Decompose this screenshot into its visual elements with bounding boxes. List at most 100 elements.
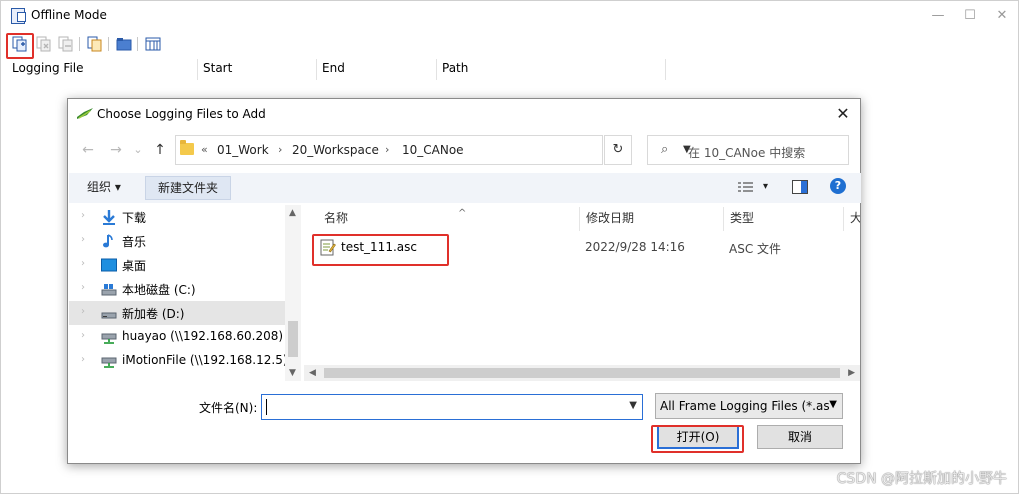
preview-pane-icon[interactable] [792, 180, 808, 197]
close-button[interactable]: ✕ [986, 1, 1018, 31]
dialog-title: Choose Logging Files to Add [97, 107, 266, 121]
tree-item-label: 本地磁盘 (C:) [122, 283, 196, 297]
view-menu-button[interactable]: ▾ [763, 176, 768, 200]
sort-caret-icon: ^ [458, 208, 467, 219]
file-list-horizontal-scrollbar[interactable]: ◀ ▶ [304, 365, 860, 381]
column-logging-file[interactable]: Logging File [7, 59, 198, 80]
dialog-title-bar: Choose Logging Files to Add ✕ [68, 99, 860, 129]
dialog-close-button[interactable]: ✕ [832, 103, 854, 125]
network-drive-icon [101, 353, 117, 369]
tree-item-local-disk-c[interactable]: › 本地磁盘 (C:) [69, 277, 285, 301]
search-placeholder: 在 10_CANoe 中搜索 [688, 146, 806, 160]
drive-icon [101, 281, 117, 297]
column-size[interactable]: 大 [844, 207, 860, 231]
remove-file-icon[interactable] [35, 35, 53, 53]
tree-item-label: 下载 [122, 211, 147, 225]
navigation-row: ← → ⌄ ↑ « 01_Work › 20_Workspace › 10_CA… [68, 133, 860, 167]
maximize-button[interactable]: ☐ [954, 1, 986, 31]
tree-item-imotionfile-network[interactable]: › iMotionFile (\\192.168.12.5) [69, 349, 288, 373]
back-button[interactable]: ← [78, 140, 98, 160]
tree-item-label: iMotionFile (\\192.168.12.5) [122, 353, 288, 367]
canoe-icon [76, 107, 94, 121]
column-type[interactable]: 类型 [724, 207, 844, 231]
address-bar[interactable]: « 01_Work › 20_Workspace › 10_CANoe ▼ [175, 135, 691, 165]
tree-item-music[interactable]: › 音乐 [69, 229, 285, 253]
organize-button[interactable]: 组织 ▾ [87, 176, 121, 200]
chevron-right-icon[interactable]: › [81, 282, 85, 293]
chevron-down-icon[interactable]: ▼ [829, 399, 837, 410]
filter-value: All Frame Logging Files (*.as [660, 399, 830, 413]
title-bar: Offline Mode — ☐ ✕ [1, 1, 1018, 31]
forward-button[interactable]: → [106, 140, 126, 160]
copy-file-icon[interactable] [86, 35, 104, 53]
chevron-down-icon[interactable]: ▼ [629, 400, 637, 411]
watermark: CSDN @阿拉斯加的小野牛 [836, 471, 1007, 487]
column-path[interactable]: Path [437, 59, 666, 80]
text-caret [266, 399, 267, 415]
recent-locations-button[interactable]: ⌄ [128, 140, 148, 160]
folder-icon[interactable] [115, 35, 133, 53]
file-type-filter-select[interactable]: All Frame Logging Files (*.as ▼ [655, 393, 843, 419]
column-modified-date[interactable]: 修改日期 [580, 207, 724, 231]
up-button[interactable]: ↑ [150, 140, 170, 160]
breadcrumb-overflow[interactable]: « [201, 143, 208, 156]
scroll-up-arrow[interactable]: ▲ [289, 208, 296, 218]
breadcrumb-01-work[interactable]: 01_Work [217, 143, 269, 157]
file-list: 名称 ^ 修改日期 类型 大 test_111.asc 2022/9/28 14:… [304, 205, 860, 381]
help-icon[interactable]: ? [830, 178, 846, 194]
filename-label: 文件名(N): [199, 401, 258, 415]
refresh-button[interactable]: ↻ [604, 135, 632, 165]
tree-item-label: 桌面 [122, 259, 147, 273]
highlight-open-button [651, 425, 744, 453]
columns-icon[interactable] [144, 35, 162, 53]
toolbar-separator [79, 37, 80, 51]
tree-scrollbar[interactable]: ▲ ▼ [285, 205, 301, 381]
tree-item-label: huayao (\\192.168.60.208) (Y [122, 329, 299, 343]
column-end[interactable]: End [317, 59, 437, 80]
tree-item-downloads[interactable]: › 下载 [69, 205, 285, 229]
chevron-right-icon[interactable]: › [81, 258, 85, 269]
new-folder-button[interactable]: 新建文件夹 [145, 176, 231, 200]
download-icon [101, 209, 117, 225]
breadcrumb-separator[interactable]: › [385, 143, 389, 156]
logging-file-list-header: Logging File Start End Path [7, 59, 1012, 80]
scroll-right-arrow[interactable]: ▶ [848, 368, 855, 378]
breadcrumb-10-canoe[interactable]: 10_CANoe [402, 143, 464, 157]
file-type: ASC 文件 [729, 242, 782, 256]
view-options-icon[interactable] [737, 181, 755, 196]
tree-item-huayao-network[interactable]: › huayao (\\192.168.60.208) (Y [69, 325, 299, 349]
toolbar [1, 33, 1018, 55]
network-drive-icon [101, 329, 117, 345]
highlight-add-button [6, 33, 34, 59]
chevron-right-icon[interactable]: › [81, 306, 85, 317]
music-icon [101, 233, 117, 249]
minimize-button[interactable]: — [922, 1, 954, 31]
breadcrumb-separator[interactable]: › [278, 143, 282, 156]
app-icon [11, 8, 26, 24]
cancel-button[interactable]: 取消 [757, 425, 843, 449]
file-modified: 2022/9/28 14:16 [585, 240, 685, 254]
chevron-right-icon[interactable]: › [81, 210, 85, 221]
scroll-down-arrow[interactable]: ▼ [289, 368, 296, 378]
chevron-right-icon[interactable]: › [81, 354, 85, 365]
chevron-right-icon[interactable]: › [81, 234, 85, 245]
chevron-right-icon[interactable]: › [81, 330, 85, 341]
toolbar-separator [137, 37, 138, 51]
column-name[interactable]: 名称 ^ [318, 207, 580, 231]
scrollbar-thumb[interactable] [288, 321, 298, 357]
toolbar-separator [108, 37, 109, 51]
tree-item-new-volume-d[interactable]: › 新加卷 (D:) [69, 301, 285, 325]
folder-icon [180, 140, 194, 155]
navigation-tree: › 下载 › 音乐 › 桌面 › 本地磁盘 (C:) › 新加卷 (D:) › … [69, 205, 301, 381]
scroll-left-arrow[interactable]: ◀ [309, 368, 316, 378]
filename-input[interactable]: ▼ [261, 394, 643, 420]
remove-all-icon[interactable] [57, 35, 75, 53]
drive-icon [101, 305, 117, 321]
window-title: Offline Mode [31, 8, 107, 22]
search-input[interactable]: ⌕ 在 10_CANoe 中搜索 [647, 135, 849, 165]
scrollbar-thumb[interactable] [324, 368, 840, 378]
column-start[interactable]: Start [198, 59, 317, 80]
tree-item-desktop[interactable]: › 桌面 [69, 253, 285, 277]
column-name-label: 名称 [324, 211, 349, 225]
breadcrumb-20-workspace[interactable]: 20_Workspace [292, 143, 379, 157]
